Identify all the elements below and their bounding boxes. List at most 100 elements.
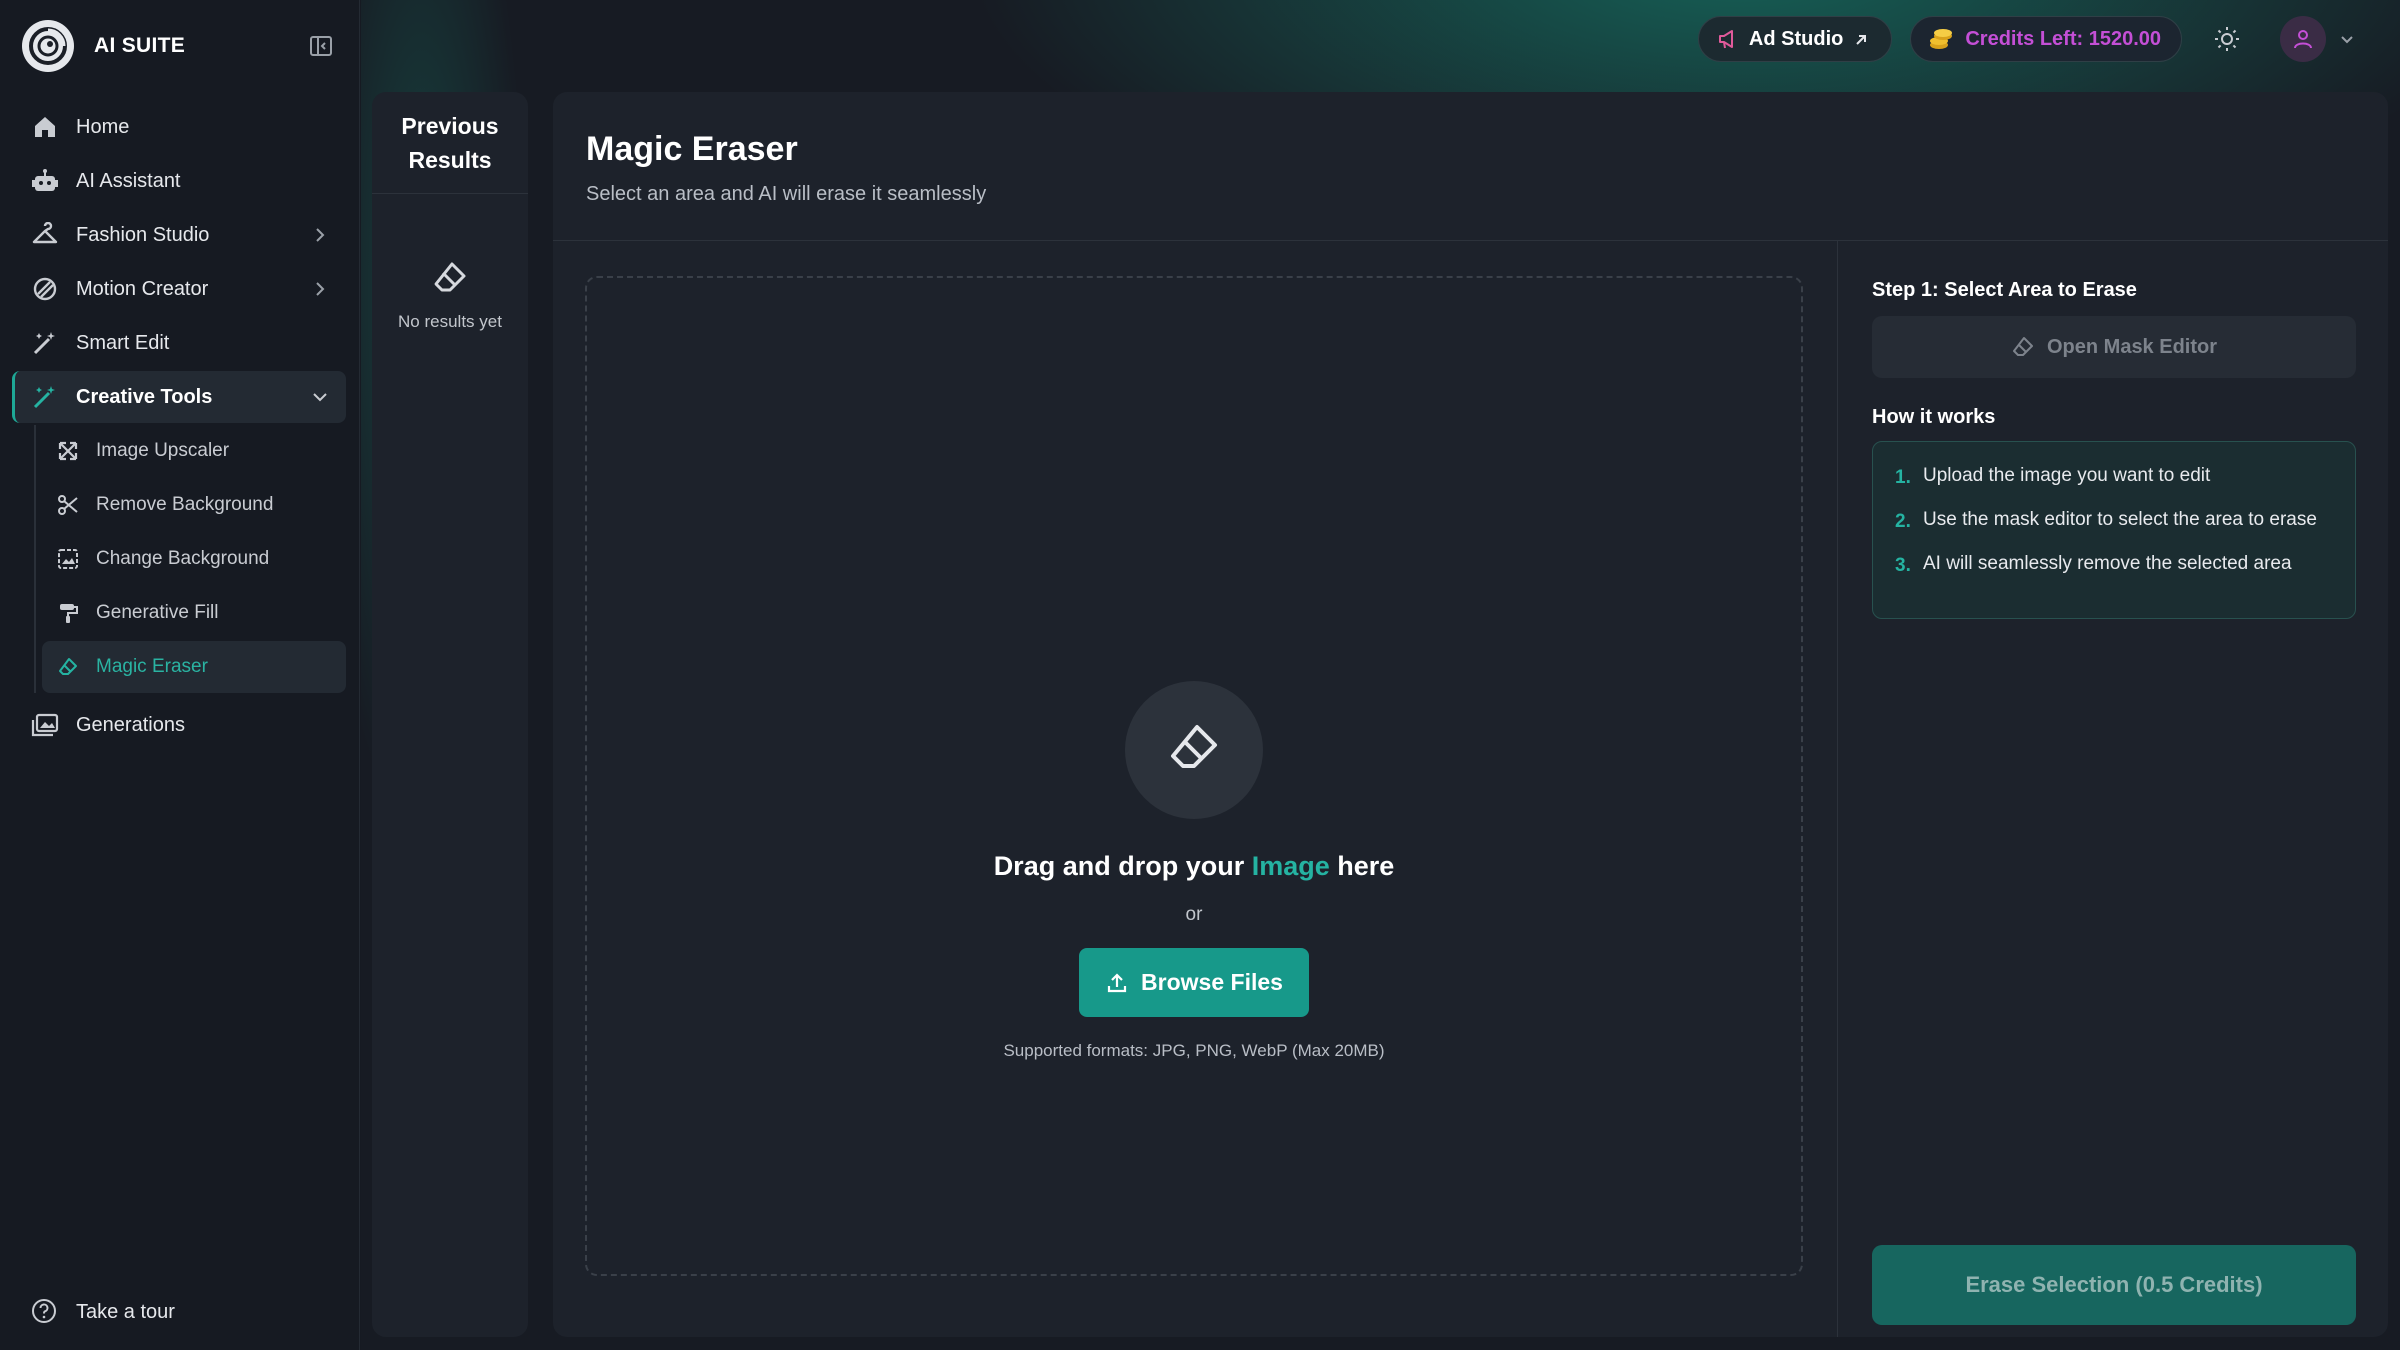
sidebar-item-label: Creative Tools	[76, 385, 213, 408]
brand[interactable]: AI SUITE	[22, 20, 185, 72]
dropzone-or: or	[1185, 904, 1203, 925]
images-icon	[30, 710, 60, 740]
headline-highlight: Image	[1251, 851, 1330, 881]
sidebar-item-change-background[interactable]: Change Background	[42, 533, 346, 585]
sub-item-label: Image Upscaler	[96, 440, 230, 461]
step-text: Use the mask editor to select the area t…	[1923, 509, 2317, 530]
sidebar-item-smart-edit[interactable]: Smart Edit	[12, 317, 346, 369]
sidebar-item-home[interactable]: Home	[12, 101, 346, 153]
magic-wand-icon	[30, 328, 60, 358]
external-link-icon	[1853, 31, 1869, 47]
image-dropzone[interactable]: Drag and drop your Image here or Browse …	[585, 276, 1803, 1276]
sub-item-label: Remove Background	[96, 494, 274, 515]
supported-formats: Supported formats: JPG, PNG, WebP (Max 2…	[1003, 1041, 1385, 1060]
settings-column: Step 1: Select Area to Erase Open Mask E…	[1837, 241, 2388, 1337]
motion-icon	[30, 274, 60, 304]
chevron-down-icon	[310, 387, 330, 407]
expand-arrows-icon	[56, 439, 80, 463]
dropzone-headline: Drag and drop your Image here	[587, 851, 1801, 882]
sidebar-item-ai-assistant[interactable]: AI Assistant	[12, 155, 346, 207]
help-circle-icon	[30, 1297, 60, 1327]
creative-tools-subnav: Image Upscaler Remove Background Change …	[34, 425, 346, 693]
eraser-icon	[2011, 335, 2035, 359]
scissors-icon	[56, 493, 80, 517]
headline-suffix: here	[1329, 851, 1395, 881]
ad-studio-label: Ad Studio	[1748, 27, 1844, 50]
step-text: Upload the image you want to edit	[1923, 465, 2211, 486]
sub-item-label: Magic Eraser	[96, 656, 208, 677]
avatar	[2280, 16, 2326, 62]
sidebar-item-label: Home	[76, 115, 130, 138]
how-step: 1. Upload the image you want to edit	[1895, 462, 2333, 492]
sub-item-label: Generative Fill	[96, 602, 219, 623]
user-menu[interactable]	[2280, 16, 2356, 62]
sidebar-item-generative-fill[interactable]: Generative Fill	[42, 587, 346, 639]
how-step: 2. Use the mask editor to select the are…	[1895, 506, 2333, 536]
magic-eraser-panel: Magic Eraser Select an area and AI will …	[553, 92, 2388, 1337]
previous-results-empty: No results yet	[372, 258, 528, 332]
step-text: AI will seamlessly remove the selected a…	[1923, 553, 2292, 574]
erase-selection-button[interactable]: Erase Selection (0.5 Credits)	[1872, 1245, 2356, 1325]
mask-button-label: Open Mask Editor	[2046, 335, 2218, 358]
page-subtitle: Select an area and AI will erase it seam…	[586, 183, 987, 205]
chevron-down-icon	[2338, 30, 2356, 48]
open-mask-editor-button[interactable]: Open Mask Editor	[1872, 316, 2356, 378]
ad-studio-button[interactable]: Ad Studio	[1697, 16, 1893, 62]
page-title: Magic Eraser	[586, 130, 798, 168]
step-number: 3.	[1895, 555, 1911, 576]
step-number: 2.	[1895, 511, 1911, 532]
home-icon	[30, 112, 60, 142]
robot-icon	[30, 166, 60, 196]
step-label: Step 1: Select Area to Erase	[1872, 279, 2137, 301]
how-it-works-label: How it works	[1872, 406, 1996, 428]
step-number: 1.	[1895, 467, 1911, 488]
sub-item-label: Change Background	[96, 548, 270, 569]
dropzone-icon-circle	[1125, 681, 1263, 819]
brand-logo-icon	[22, 20, 74, 72]
image-frame-icon	[56, 547, 80, 571]
sidebar-item-creative-tools[interactable]: Creative Tools	[12, 371, 346, 423]
sidebar-item-label: Generations	[76, 713, 185, 736]
take-a-tour-link[interactable]: Take a tour	[30, 1297, 175, 1327]
sun-icon[interactable]	[2212, 24, 2242, 54]
coins-icon	[1927, 25, 1955, 53]
eraser-icon	[430, 258, 470, 298]
how-step: 3. AI will seamlessly remove the selecte…	[1895, 550, 2333, 580]
credits-label: Credits Left: 1520.00	[1965, 27, 2161, 50]
sidebar-item-motion-creator[interactable]: Motion Creator	[12, 263, 346, 315]
sidebar-item-generations[interactable]: Generations	[12, 699, 346, 751]
hanger-icon	[30, 220, 60, 250]
headline-prefix: Drag and drop your	[993, 851, 1252, 881]
sidebar-item-label: AI Assistant	[76, 169, 181, 192]
chevron-right-icon	[310, 225, 330, 245]
paint-roller-icon	[56, 601, 80, 625]
credits-badge[interactable]: Credits Left: 1520.00	[1910, 16, 2182, 62]
sidebar-item-label: Motion Creator	[76, 277, 209, 300]
sidebar-item-fashion-studio[interactable]: Fashion Studio	[12, 209, 346, 261]
collapse-sidebar-icon[interactable]	[308, 33, 334, 59]
sidebar: AI SUITE Home AI Assistant Fashion Studi…	[0, 0, 360, 1350]
dropzone-content: Drag and drop your Image here or Browse …	[587, 681, 1801, 1061]
sidebar-nav: Home AI Assistant Fashion Studio Motion …	[12, 101, 346, 753]
sidebar-item-label: Smart Edit	[76, 331, 170, 354]
wand-sparkle-icon	[30, 382, 60, 412]
sidebar-item-label: Fashion Studio	[76, 223, 210, 246]
sidebar-item-image-upscaler[interactable]: Image Upscaler	[42, 425, 346, 477]
megaphone-icon	[1717, 28, 1739, 50]
browse-files-label: Browse Files	[1141, 969, 1283, 995]
chevron-right-icon	[310, 279, 330, 299]
tour-label: Take a tour	[76, 1300, 175, 1323]
browse-files-button[interactable]: Browse Files	[1079, 948, 1309, 1017]
eraser-icon	[56, 655, 80, 679]
how-it-works-box: 1. Upload the image you want to edit 2. …	[1872, 441, 2356, 619]
sidebar-item-remove-background[interactable]: Remove Background	[42, 479, 346, 531]
no-results-text: No results yet	[398, 312, 502, 331]
previous-results-panel: Previous Results No results yet	[372, 92, 528, 1337]
brand-title: AI SUITE	[94, 34, 186, 57]
main-header: Magic Eraser Select an area and AI will …	[553, 92, 2388, 241]
eraser-icon	[1165, 719, 1223, 782]
previous-results-title: Previous Results	[372, 92, 528, 194]
upload-icon	[1105, 971, 1129, 995]
top-actions: Ad Studio Credits Left: 1520.00	[1697, 16, 2356, 62]
sidebar-item-magic-eraser[interactable]: Magic Eraser	[42, 641, 346, 693]
